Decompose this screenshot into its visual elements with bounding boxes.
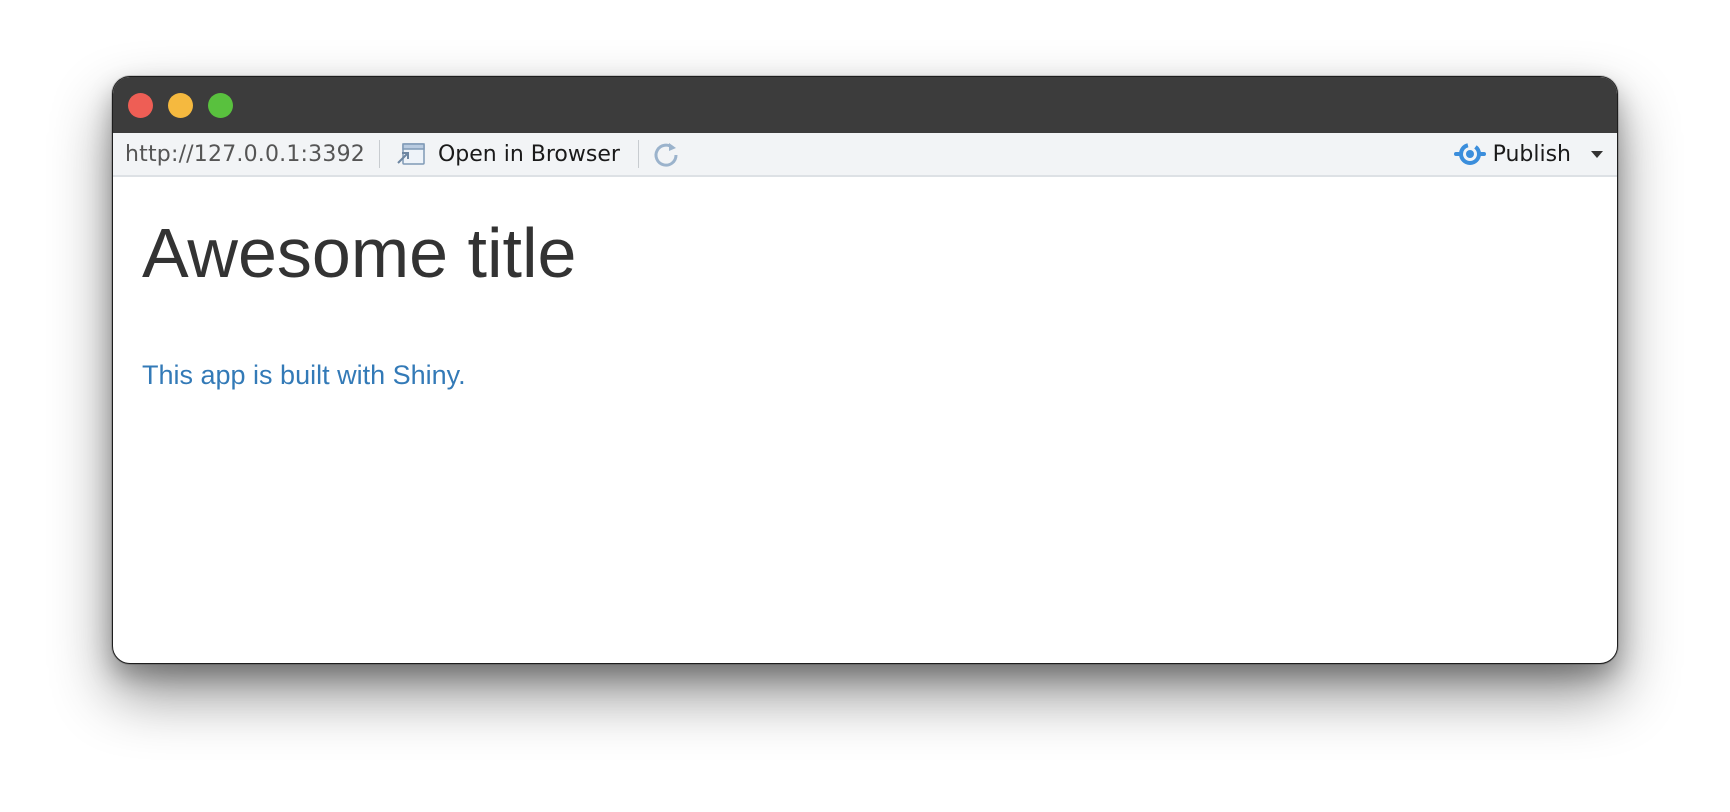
open-external-icon	[396, 141, 426, 167]
title-bar	[113, 77, 1617, 133]
chevron-down-icon[interactable]	[1591, 150, 1603, 158]
close-window-button[interactable]	[128, 92, 153, 118]
refresh-icon[interactable]	[651, 139, 681, 169]
publish-icon	[1453, 140, 1487, 168]
zoom-window-button[interactable]	[208, 92, 233, 118]
open-in-browser-label: Open in Browser	[437, 141, 620, 167]
minimize-window-button[interactable]	[168, 92, 193, 118]
publish-button[interactable]: Publish	[1453, 133, 1603, 175]
page-title: Awesome title	[142, 214, 577, 292]
toolbar-separator	[637, 140, 639, 168]
publish-label: Publish	[1492, 141, 1571, 167]
viewer-toolbar: http://127.0.0.1:3392 Open in Browser Pu…	[113, 133, 1617, 177]
shiny-link[interactable]: This app is built with Shiny.	[142, 360, 466, 391]
app-window: http://127.0.0.1:3392 Open in Browser Pu…	[112, 76, 1618, 664]
open-in-browser-button[interactable]: Open in Browser	[380, 133, 638, 175]
url-display: http://127.0.0.1:3392	[125, 141, 365, 167]
